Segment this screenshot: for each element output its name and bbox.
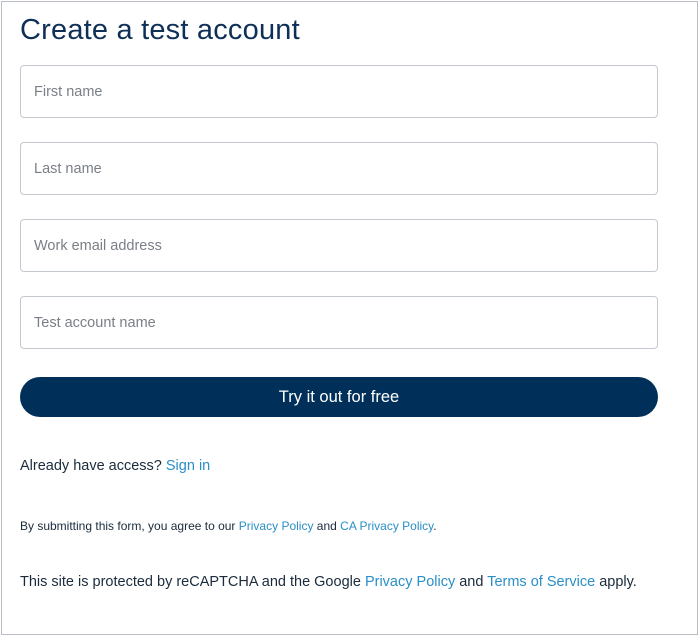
google-privacy-policy-link[interactable]: Privacy Policy	[365, 574, 455, 590]
consent-and-text: and	[313, 519, 341, 533]
already-have-access-line: Already have access? Sign in	[20, 458, 210, 474]
recaptcha-suffix-text: apply.	[595, 574, 637, 590]
recaptcha-and-text: and	[455, 574, 488, 590]
recaptcha-prefix-text: This site is protected by reCAPTCHA and …	[20, 574, 365, 590]
recaptcha-notice: This site is protected by reCAPTCHA and …	[20, 572, 650, 592]
privacy-policy-link[interactable]: Privacy Policy	[239, 519, 314, 533]
work-email-input[interactable]	[20, 219, 658, 272]
test-account-name-input[interactable]	[20, 296, 658, 349]
try-it-free-button[interactable]: Try it out for free	[20, 377, 658, 417]
sign-in-link[interactable]: Sign in	[166, 458, 210, 474]
page-title: Create a test account	[20, 14, 300, 46]
already-have-access-text: Already have access?	[20, 458, 166, 474]
google-terms-of-service-link[interactable]: Terms of Service	[487, 574, 595, 590]
ca-privacy-policy-link[interactable]: CA Privacy Policy	[340, 519, 433, 533]
consent-suffix-text: .	[433, 519, 437, 533]
consent-notice: By submitting this form, you agree to ou…	[20, 519, 437, 533]
signup-form-panel: Create a test account Try it out for fre…	[1, 1, 698, 635]
first-name-input[interactable]	[20, 65, 658, 118]
consent-prefix-text: By submitting this form, you agree to ou…	[20, 519, 239, 533]
last-name-input[interactable]	[20, 142, 658, 195]
